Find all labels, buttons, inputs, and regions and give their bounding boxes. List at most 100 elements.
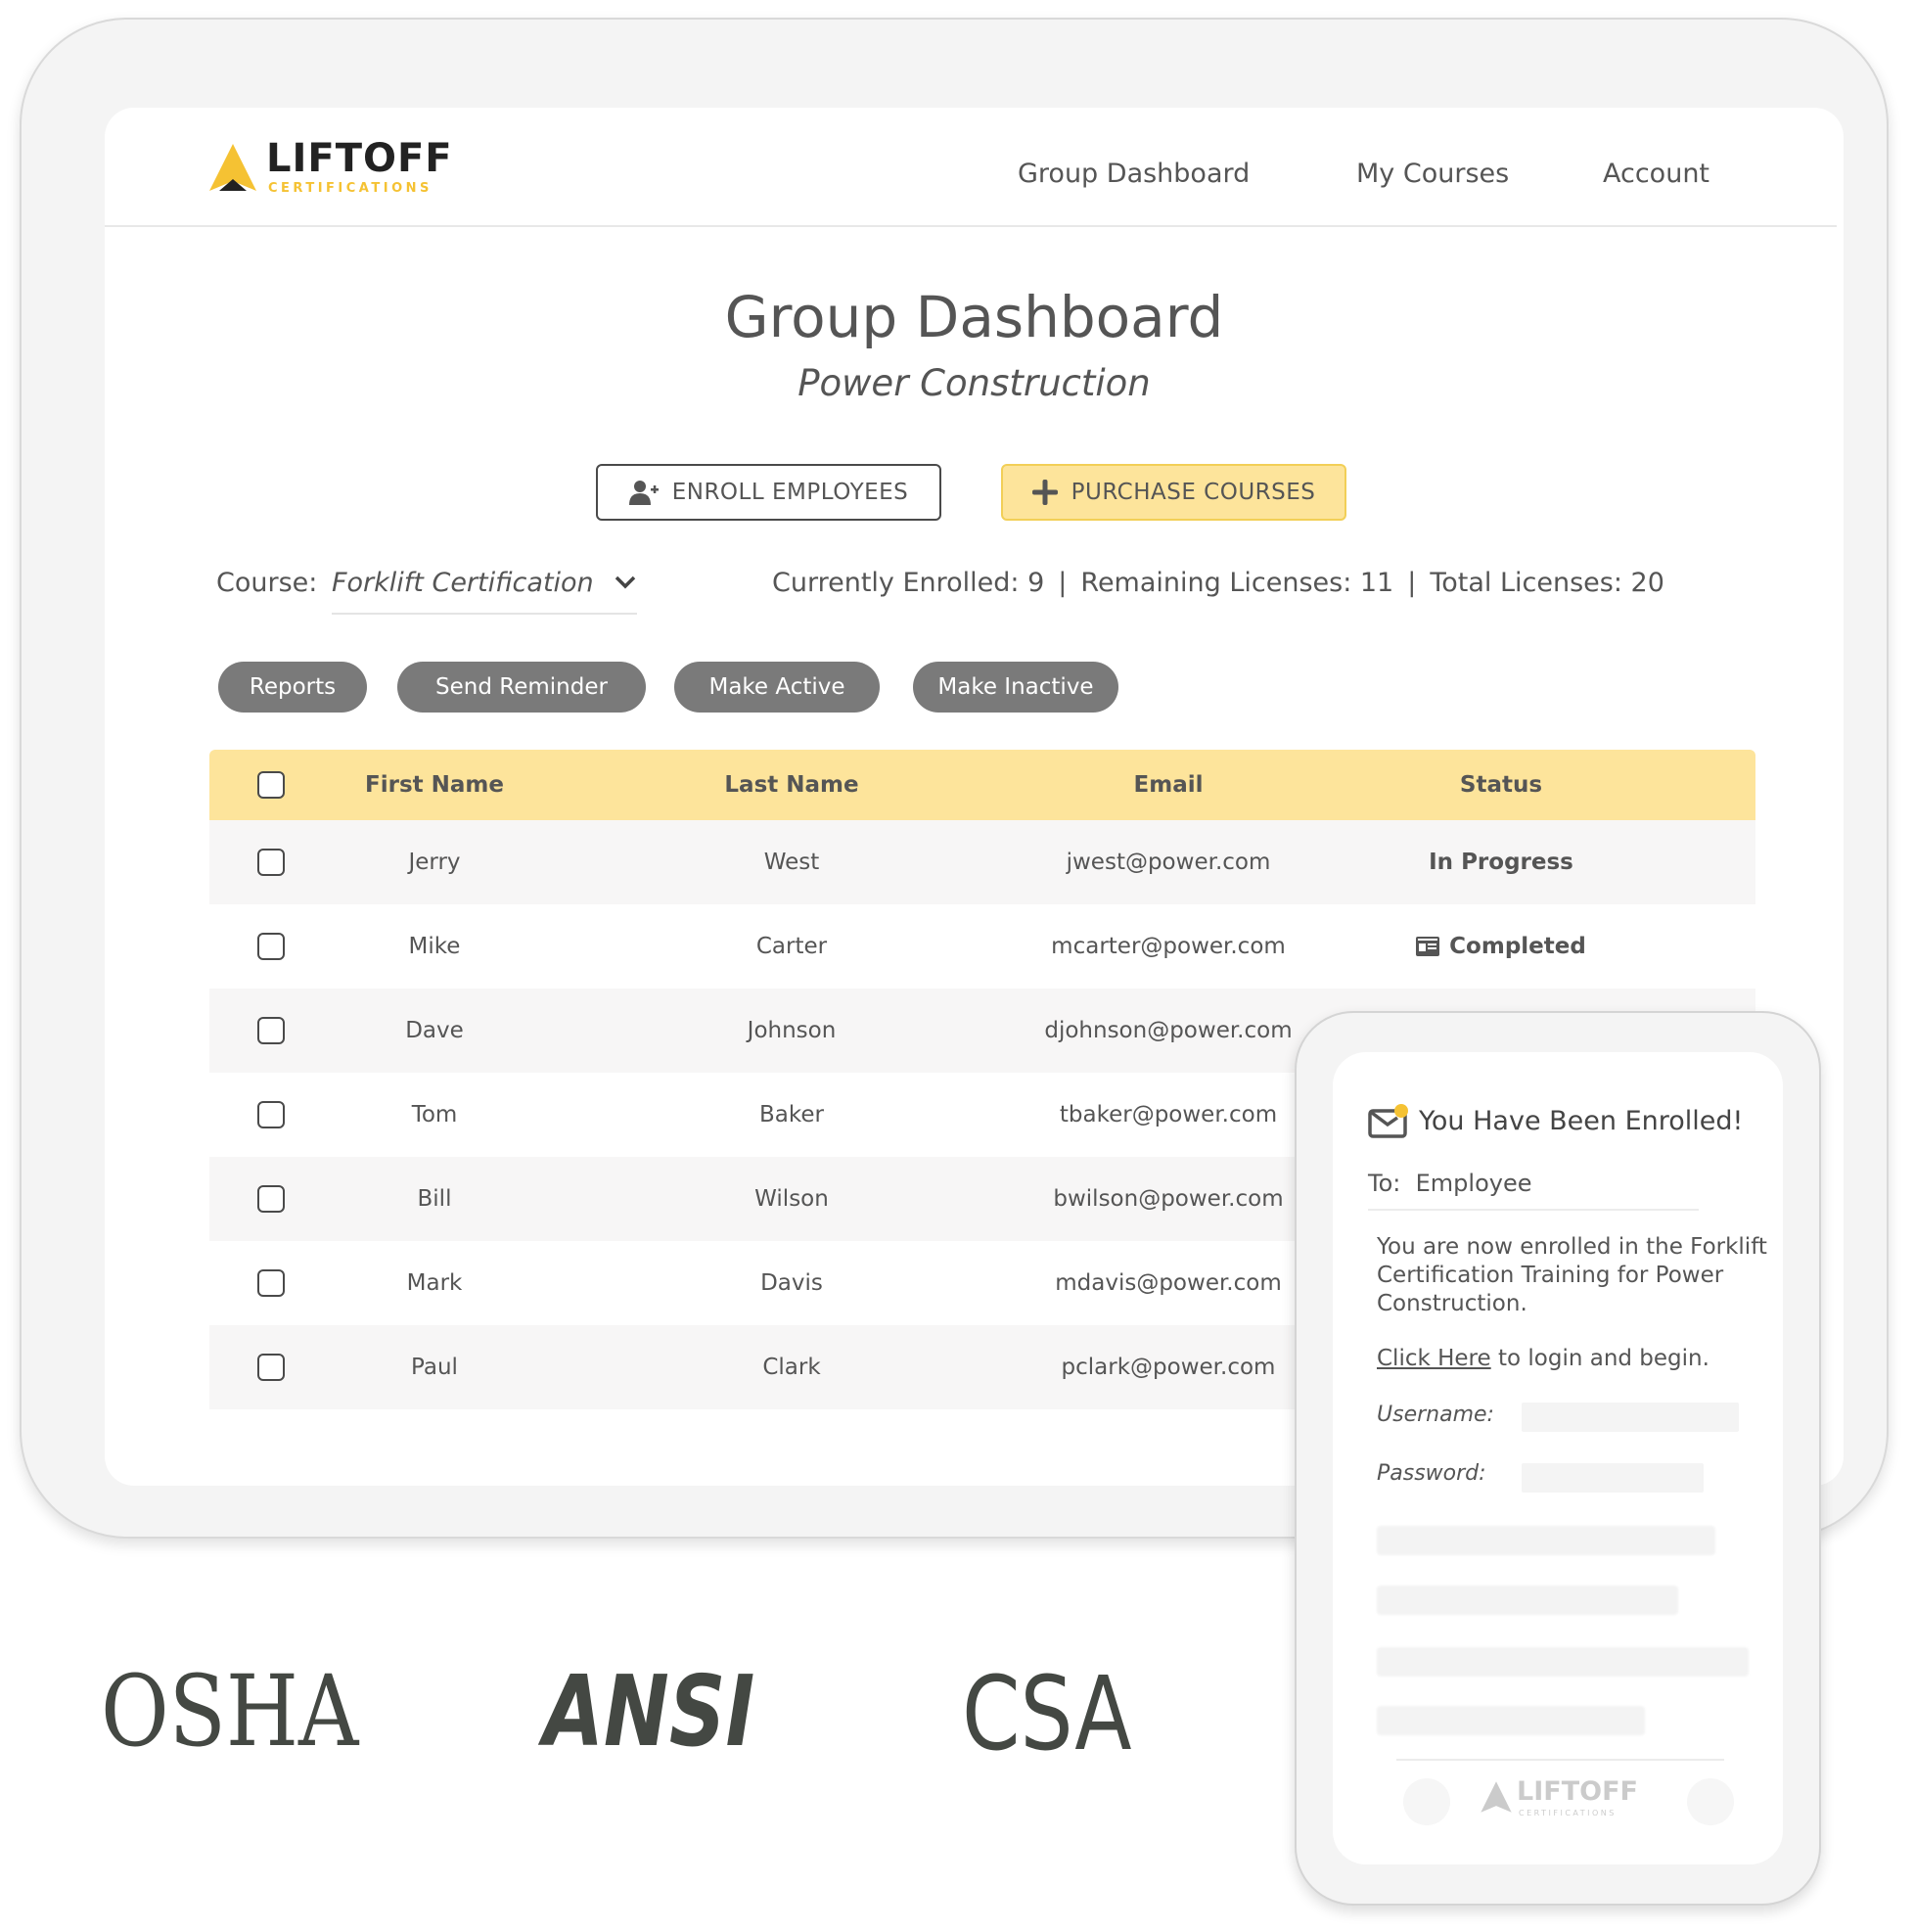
row-checkbox[interactable]: [257, 1017, 285, 1044]
course-dropdown[interactable]: Forklift Certification: [332, 568, 637, 615]
password-label: Password:: [1377, 1461, 1486, 1486]
placeholder-line: [1377, 1647, 1749, 1677]
email-title: You Have Been Enrolled!: [1419, 1105, 1744, 1136]
table-row[interactable]: Mike Carter mcarter@power.com Completed: [209, 904, 1755, 989]
phone-frame: You Have Been Enrolled! To: Employee You…: [1295, 1011, 1821, 1906]
make-active-button[interactable]: Make Active: [674, 662, 880, 713]
chevron-down-icon: [614, 570, 637, 600]
purchase-courses-button[interactable]: PURCHASE COURSES: [1001, 464, 1346, 521]
total-licenses: Total Licenses: 20: [1430, 568, 1664, 598]
footer-logo-wordmark: LIFTOFF: [1517, 1776, 1638, 1807]
purchase-courses-label: PURCHASE COURSES: [1071, 480, 1316, 505]
logo-triangle-icon: [209, 144, 256, 191]
nav-group-dashboard[interactable]: Group Dashboard: [1018, 159, 1250, 189]
osha-logo: OSHA: [101, 1654, 359, 1769]
column-last-name[interactable]: Last Name: [704, 750, 880, 820]
logo-triangle-icon: [1481, 1781, 1512, 1813]
select-all-checkbox[interactable]: [257, 771, 285, 799]
top-header: LIFTOFF CERTIFICATIONS Group Dashboard M…: [105, 108, 1837, 227]
user-plus-icon: [628, 480, 659, 505]
email-title-row: You Have Been Enrolled!: [1368, 1103, 1743, 1138]
last-name-cell: Davis: [760, 1270, 823, 1296]
last-name-cell: Johnson: [747, 1018, 837, 1043]
envelope-notification-icon: [1368, 1103, 1409, 1138]
ansi-logo: ANSI: [543, 1654, 755, 1769]
first-name-cell: Mark: [406, 1270, 463, 1296]
plus-icon: [1031, 480, 1058, 505]
first-name-cell: Bill: [417, 1186, 452, 1212]
select-all-cell: [249, 750, 294, 820]
nav-my-courses[interactable]: My Courses: [1356, 159, 1509, 189]
to-label: To:: [1368, 1170, 1401, 1197]
row-checkbox[interactable]: [257, 1354, 285, 1381]
row-checkbox-cell: [249, 1073, 294, 1157]
currently-enrolled: Currently Enrolled: 9: [772, 568, 1045, 598]
company-name: Power Construction: [798, 362, 1151, 404]
enroll-employees-button[interactable]: ENROLL EMPLOYEES: [596, 464, 941, 521]
stats-separator: |: [1407, 568, 1417, 598]
click-here-link[interactable]: Click Here: [1377, 1346, 1491, 1371]
nav-account[interactable]: Account: [1603, 159, 1709, 189]
social-icon[interactable]: [1403, 1778, 1450, 1825]
liftoff-logo[interactable]: LIFTOFF CERTIFICATIONS: [207, 136, 462, 201]
first-name-cell: Mike: [408, 934, 461, 959]
to-value: Employee: [1415, 1170, 1532, 1197]
placeholder-line: [1377, 1526, 1715, 1555]
status-badge: In Progress: [1429, 850, 1573, 875]
first-name-cell: Paul: [411, 1355, 458, 1380]
enroll-employees-label: ENROLL EMPLOYEES: [671, 480, 909, 505]
password-field[interactable]: [1522, 1463, 1704, 1493]
row-checkbox[interactable]: [257, 1185, 285, 1213]
first-name-cell: Tom: [411, 1102, 458, 1127]
logo-tagline: CERTIFICATIONS: [268, 181, 433, 196]
placeholder-line: [1377, 1706, 1645, 1735]
last-name-cell: Carter: [755, 934, 828, 959]
row-checkbox-cell: [249, 820, 294, 904]
footer-logo-tagline: CERTIFICATIONS: [1519, 1809, 1617, 1817]
username-field[interactable]: [1522, 1403, 1739, 1432]
status-badge: Completed: [1449, 934, 1586, 959]
send-reminder-button[interactable]: Send Reminder: [397, 662, 646, 713]
email-cell: mcarter@power.com: [1051, 934, 1286, 959]
row-checkbox[interactable]: [257, 849, 285, 876]
email-preview: You Have Been Enrolled! To: Employee You…: [1333, 1052, 1783, 1864]
email-recipient: To: Employee: [1368, 1170, 1699, 1211]
row-checkbox[interactable]: [257, 1269, 285, 1297]
license-stats: Currently Enrolled: 9 | Remaining Licenses…: [772, 568, 1664, 598]
row-checkbox[interactable]: [257, 1101, 285, 1128]
status-cell: In Progress: [1354, 820, 1648, 904]
logo-wordmark: LIFTOFF: [266, 136, 453, 181]
placeholder-line: [1377, 1586, 1678, 1615]
course-label: Course:: [216, 568, 318, 598]
username-label: Username:: [1377, 1403, 1494, 1427]
row-checkbox-cell: [249, 1241, 294, 1325]
first-name-cell: Jerry: [408, 850, 461, 875]
email-cell: jwest@power.com: [1066, 850, 1271, 875]
email-body: You are now enrolled in the Forklift Cer…: [1377, 1234, 1767, 1316]
row-checkbox-cell: [249, 904, 294, 989]
cta-suffix: to login and begin.: [1490, 1346, 1709, 1371]
row-checkbox-cell: [249, 1157, 294, 1241]
column-status[interactable]: Status: [1354, 750, 1648, 820]
row-checkbox-cell: [249, 989, 294, 1073]
email-cta: Click Here to login and begin.: [1377, 1346, 1709, 1371]
footer-divider: [1396, 1759, 1724, 1761]
certificate-icon: [1416, 937, 1440, 956]
first-name-cell: Dave: [405, 1018, 464, 1043]
column-first-name[interactable]: First Name: [346, 750, 523, 820]
page-title: Group Dashboard: [724, 284, 1224, 350]
footer-logo: LIFTOFF CERTIFICATIONS: [1480, 1776, 1665, 1825]
stats-separator: |: [1058, 568, 1068, 598]
column-email[interactable]: Email: [973, 750, 1364, 820]
remaining-licenses: Remaining Licenses: 11: [1080, 568, 1394, 598]
last-name-cell: Clark: [762, 1355, 821, 1380]
status-cell: Completed: [1354, 904, 1648, 989]
csa-logo: CSA: [962, 1654, 1132, 1773]
reports-button[interactable]: Reports: [218, 662, 367, 713]
social-icon[interactable]: [1687, 1778, 1734, 1825]
table-row[interactable]: Jerry West jwest@power.com In Progress: [209, 820, 1755, 904]
last-name-cell: West: [763, 850, 820, 875]
last-name-cell: Baker: [759, 1102, 824, 1127]
row-checkbox[interactable]: [257, 933, 285, 960]
make-inactive-button[interactable]: Make Inactive: [913, 662, 1118, 713]
